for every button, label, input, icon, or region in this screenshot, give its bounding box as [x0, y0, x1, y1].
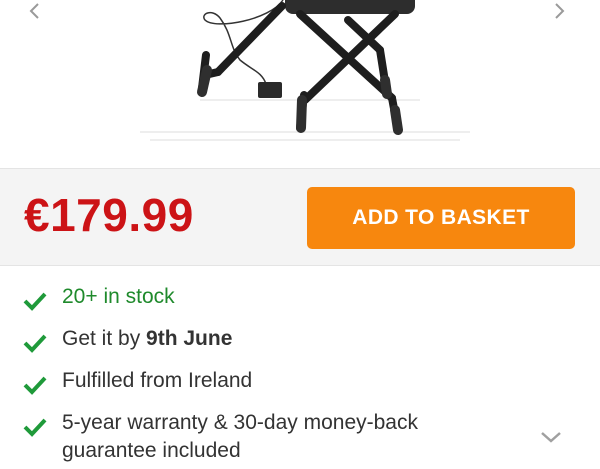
list-item: Get it by 9th June	[0, 325, 560, 359]
checkmark-icon	[23, 334, 47, 353]
checkmark-icon	[23, 418, 47, 437]
product-price: €179.99	[24, 189, 194, 241]
keyboard-bench-image	[140, 0, 470, 141]
product-image[interactable]	[0, 0, 600, 168]
delivery-estimate: Get it by 9th June	[62, 327, 232, 351]
checkmark-icon	[23, 292, 47, 311]
add-to-basket-button[interactable]: ADD TO BASKET	[307, 187, 575, 249]
fulfilment-info: Fulfilled from Ireland	[62, 369, 253, 392]
chevron-left-icon[interactable]	[24, 0, 46, 22]
list-item: Fulfilled from Ireland	[0, 367, 560, 401]
chevron-right-icon[interactable]	[548, 0, 570, 22]
delivery-date: 9th June	[146, 327, 233, 350]
warranty-line-2: guarantee included	[62, 439, 241, 462]
chevron-down-icon[interactable]	[538, 426, 564, 448]
stock-status: 20+ in stock	[62, 285, 175, 308]
warranty-info: 5-year warranty & 30-day money-back guar…	[62, 411, 418, 463]
list-item: 20+ in stock	[0, 283, 560, 317]
warranty-line-1: 5-year warranty & 30-day money-back	[62, 411, 418, 434]
list-item: 5-year warranty & 30-day money-back guar…	[0, 409, 560, 469]
delivery-prefix: Get it by	[62, 327, 147, 350]
checkmark-icon	[23, 376, 47, 395]
